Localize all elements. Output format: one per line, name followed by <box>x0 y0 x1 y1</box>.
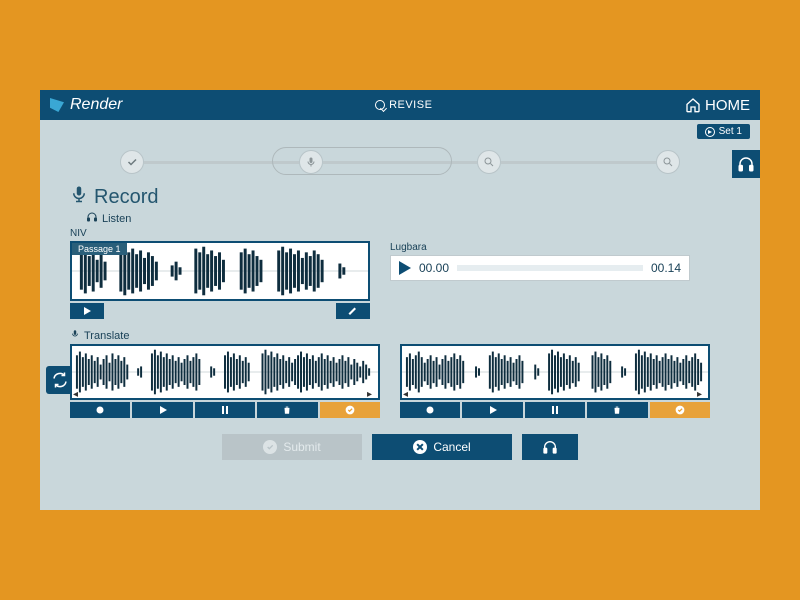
play-button[interactable] <box>462 402 522 418</box>
scroll-left-icon[interactable]: ◂ <box>403 389 413 399</box>
submit-label: Submit <box>283 440 320 454</box>
x-circle-icon <box>413 440 427 454</box>
brand: Render <box>50 96 122 114</box>
waveform-graphic <box>72 346 378 398</box>
check-circle-icon <box>263 440 277 454</box>
scroll-left-icon[interactable]: ◂ <box>73 389 83 399</box>
player-track[interactable] <box>457 265 643 271</box>
delete-button[interactable] <box>587 402 647 418</box>
footer: Submit Cancel <box>40 434 760 460</box>
niv-label: NIV <box>70 228 370 239</box>
cancel-button[interactable]: Cancel <box>372 434 512 460</box>
row-listen: NIV Passage 1 <box>70 228 730 319</box>
lugbara-column: Lugbara 00.00 00.14 <box>390 242 690 281</box>
play-circle-icon <box>705 127 715 137</box>
niv-controls <box>70 303 370 319</box>
niv-waveform[interactable]: Passage 1 <box>70 241 370 301</box>
home-label: HOME <box>705 97 750 114</box>
brand-icon <box>50 98 64 112</box>
mic-icon <box>70 329 80 342</box>
subheader: Set 1 <box>40 120 760 139</box>
submit-button[interactable]: Submit <box>222 434 362 460</box>
play-button[interactable] <box>132 402 192 418</box>
set-pill[interactable]: Set 1 <box>697 124 750 139</box>
passage-tag: Passage 1 <box>72 243 127 255</box>
app-header: Render REVISE HOME <box>40 90 760 120</box>
delete-button[interactable] <box>257 402 317 418</box>
record-heading: Record <box>94 186 158 209</box>
home-button[interactable]: HOME <box>685 97 750 114</box>
headphones-side-button[interactable] <box>732 150 760 178</box>
time-total: 00.14 <box>651 261 681 275</box>
translate-label: Translate <box>84 330 129 342</box>
section-title: Record <box>70 185 760 209</box>
confirm-button[interactable] <box>320 402 380 418</box>
player-play-button[interactable] <box>399 261 411 275</box>
brand-text: Render <box>70 96 122 114</box>
translate-row: Translate <box>70 329 760 342</box>
step-line <box>501 161 656 164</box>
pause-button[interactable] <box>525 402 585 418</box>
step-check[interactable] <box>120 150 144 174</box>
set-label: Set 1 <box>719 126 742 137</box>
row-translate: ◂ ▸ <box>70 344 730 418</box>
pause-button[interactable] <box>195 402 255 418</box>
progress-stepper <box>120 147 680 177</box>
translate-col-1: ◂ ▸ <box>70 344 380 418</box>
scroll-right-icon[interactable]: ▸ <box>367 389 377 399</box>
lugbara-label: Lugbara <box>390 242 690 253</box>
listen-label: Listen <box>102 213 131 225</box>
translate-controls-2 <box>400 402 710 418</box>
niv-edit-button[interactable] <box>336 303 370 319</box>
scroll-right-icon[interactable]: ▸ <box>697 389 707 399</box>
step-search-1[interactable] <box>477 150 501 174</box>
step-search-2[interactable] <box>656 150 680 174</box>
footer-headphones-button[interactable] <box>522 434 578 460</box>
niv-play-button[interactable] <box>70 303 104 319</box>
waveform-graphic <box>402 346 708 398</box>
listen-row: Listen <box>86 211 760 226</box>
record-button[interactable] <box>400 402 460 418</box>
translate-controls-1 <box>70 402 380 418</box>
record-button[interactable] <box>70 402 130 418</box>
translate-col-2: ◂ ▸ <box>400 344 710 418</box>
revise-icon <box>375 100 385 110</box>
translate-waveform-2[interactable]: ◂ ▸ <box>400 344 710 400</box>
lugbara-player: 00.00 00.14 <box>390 255 690 281</box>
niv-column: NIV Passage 1 <box>70 228 370 319</box>
home-icon <box>685 97 701 113</box>
time-current: 00.00 <box>419 261 449 275</box>
confirm-button[interactable] <box>650 402 710 418</box>
cancel-label: Cancel <box>433 440 470 454</box>
app-window: Render REVISE HOME Set 1 <box>40 90 760 510</box>
mic-icon <box>70 185 88 209</box>
step-mic[interactable] <box>299 150 323 174</box>
revise-button[interactable]: REVISE <box>122 99 685 111</box>
headphones-icon <box>86 211 98 226</box>
revise-label: REVISE <box>389 99 432 111</box>
translate-waveform-1[interactable]: ◂ ▸ <box>70 344 380 400</box>
